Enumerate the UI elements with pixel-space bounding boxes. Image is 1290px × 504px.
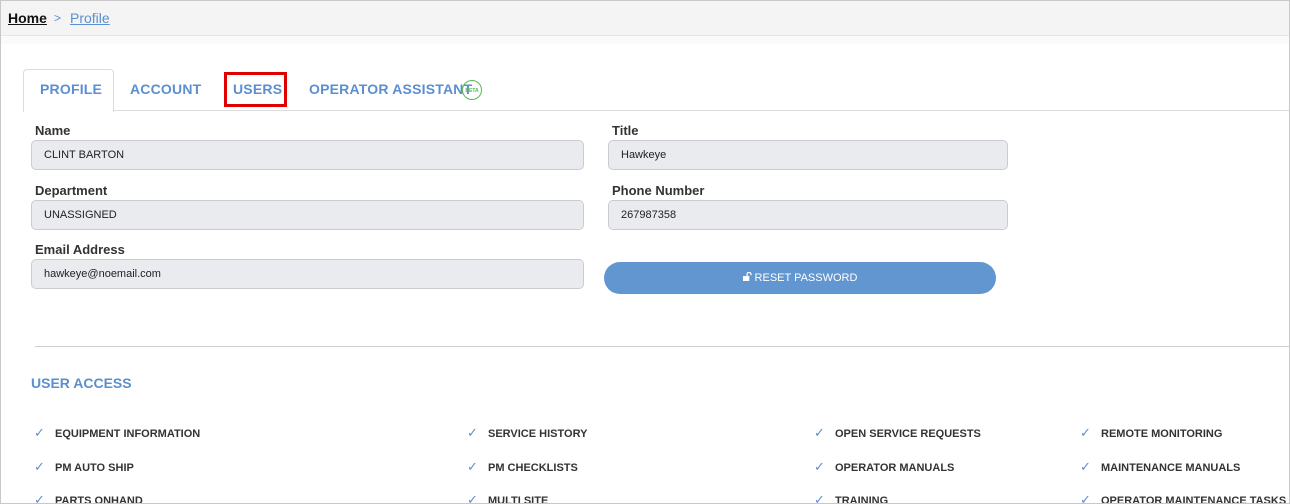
check-icon: ✓ xyxy=(34,492,45,504)
access-item: ✓ SERVICE HISTORY xyxy=(467,425,588,440)
tab-profile[interactable]: PROFILE xyxy=(40,81,102,97)
access-item: ✓ TRAINING xyxy=(814,492,888,503)
department-field[interactable]: UNASSIGNED xyxy=(31,200,584,230)
section-divider xyxy=(35,346,1289,347)
title-label: Title xyxy=(612,123,639,138)
lock-open-icon xyxy=(742,262,752,294)
access-item: ✓ PARTS ONHAND xyxy=(34,492,143,503)
name-label: Name xyxy=(35,123,71,138)
check-icon: ✓ xyxy=(814,492,825,504)
breadcrumb-profile-link[interactable]: Profile xyxy=(70,10,110,26)
title-field[interactable]: Hawkeye xyxy=(608,140,1008,170)
email-field[interactable]: hawkeye@noemail.com xyxy=(31,259,584,289)
reset-password-label: RESET PASSWORD xyxy=(754,272,858,284)
tab-baseline xyxy=(23,110,1289,111)
breadcrumb-bar: Home > Profile xyxy=(1,1,1289,36)
breadcrumb-home-link[interactable]: Home xyxy=(8,10,47,26)
access-item: ✓ OPERATOR MANUALS xyxy=(814,459,955,474)
check-icon: ✓ xyxy=(34,459,45,474)
access-item: ✓ MULTI SITE xyxy=(467,492,548,503)
department-label: Department xyxy=(35,183,108,198)
check-icon: ✓ xyxy=(1080,492,1091,504)
tab-operator-assistant[interactable]: OPERATOR ASSISTANT xyxy=(309,81,472,97)
access-item: ✓ REMOTE MONITORING xyxy=(1080,425,1223,440)
phone-label: Phone Number xyxy=(612,183,705,198)
name-field[interactable]: CLINT BARTON xyxy=(31,140,584,170)
profile-page: Home > Profile PROFILE ACCOUNT USERS OPE… xyxy=(0,0,1290,504)
check-icon: ✓ xyxy=(814,459,825,474)
access-item: ✓ PM AUTO SHIP xyxy=(34,459,134,474)
check-icon: ✓ xyxy=(1080,459,1091,474)
reset-password-button[interactable]: RESET PASSWORD xyxy=(604,262,996,294)
beta-badge-icon: BETA xyxy=(462,80,482,100)
phone-field[interactable]: 267987358 xyxy=(608,200,1008,230)
check-icon: ✓ xyxy=(1080,425,1091,440)
email-label: Email Address xyxy=(35,242,125,257)
check-icon: ✓ xyxy=(467,425,478,440)
check-icon: ✓ xyxy=(467,492,478,504)
user-access-title: USER ACCESS xyxy=(31,375,132,391)
header-band xyxy=(1,36,1289,44)
breadcrumb-separator: > xyxy=(54,11,62,25)
access-item: ✓ EQUIPMENT INFORMATION xyxy=(34,425,201,440)
access-item: ✓ OPEN SERVICE REQUESTS xyxy=(814,425,981,440)
access-item: ✓ PM CHECKLISTS xyxy=(467,459,578,474)
tab-account[interactable]: ACCOUNT xyxy=(130,81,201,97)
tab-users[interactable]: USERS xyxy=(233,81,282,97)
check-icon: ✓ xyxy=(814,425,825,440)
check-icon: ✓ xyxy=(467,459,478,474)
check-icon: ✓ xyxy=(34,425,45,440)
access-item: ✓ MAINTENANCE MANUALS xyxy=(1080,459,1241,474)
access-item: ✓ OPERATOR MAINTENANCE TASKS xyxy=(1080,492,1286,503)
